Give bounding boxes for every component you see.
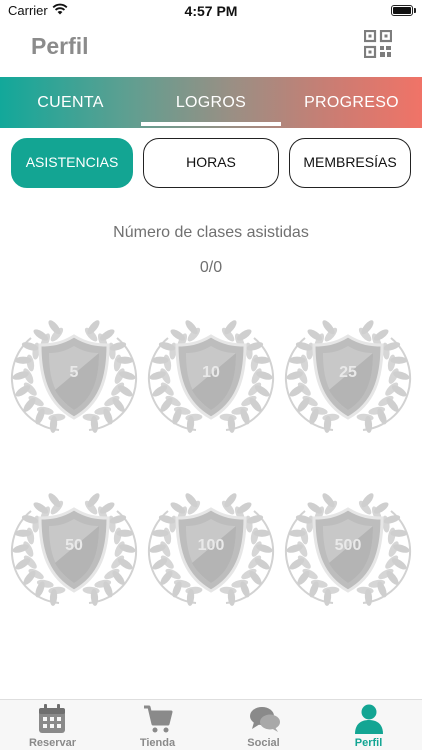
calendar-icon: [39, 704, 65, 733]
page-title: Perfil: [31, 33, 89, 59]
battery-icon: [391, 5, 413, 16]
tab-selected-indicator: [141, 122, 281, 126]
nav-item-reservar[interactable]: Reservar: [0, 700, 105, 750]
filter-asistencias-button[interactable]: ASISTENCIAS: [11, 138, 133, 188]
badge-value: 100: [197, 537, 225, 554]
badge-100: 100: [146, 491, 276, 611]
bottom-nav: Reservar Tienda Social Perfil: [0, 699, 422, 750]
clock: 4:57 PM: [184, 3, 238, 19]
badge-10: 10: [146, 318, 276, 438]
battery-tip: [414, 8, 416, 13]
nav-item-tienda[interactable]: Tienda: [105, 700, 210, 750]
nav-label: Perfil: [354, 737, 383, 749]
badge-value: 500: [334, 537, 362, 554]
badge-value: 5: [69, 364, 79, 381]
nav-label: Social: [247, 737, 280, 749]
badge-value: 50: [65, 537, 83, 554]
tab-bar: CUENTA LOGROS PROGRESO: [0, 77, 422, 128]
badge-500: 500: [283, 491, 413, 611]
filter-membresias-button[interactable]: MEMBRESÍAS: [289, 138, 411, 188]
chat-bubbles-icon: [250, 707, 280, 732]
filter-horas-button[interactable]: HORAS: [143, 138, 279, 188]
badge-value: 25: [339, 364, 357, 381]
achievements-title: Número de clases asistidas: [113, 224, 309, 241]
tab-logros[interactable]: LOGROS: [141, 77, 281, 128]
nav-label: Tienda: [139, 737, 176, 749]
tab-cuenta[interactable]: CUENTA: [0, 77, 141, 128]
person-icon: [355, 704, 383, 734]
badge-25: 25: [283, 318, 413, 438]
tab-progreso[interactable]: PROGRESO: [281, 77, 422, 128]
status-bar: Carrier 4:57 PM: [0, 0, 422, 22]
achievements-progress: 0/0: [199, 259, 223, 276]
badge-5: 5: [9, 318, 139, 438]
cart-icon: [144, 705, 173, 733]
qr-code-icon[interactable]: [363, 29, 393, 59]
badge-value: 10: [202, 364, 220, 381]
nav-item-social[interactable]: Social: [211, 700, 316, 750]
badge-50: 50: [9, 491, 139, 611]
nav-item-perfil[interactable]: Perfil: [316, 700, 421, 750]
nav-label: Reservar: [28, 737, 77, 749]
